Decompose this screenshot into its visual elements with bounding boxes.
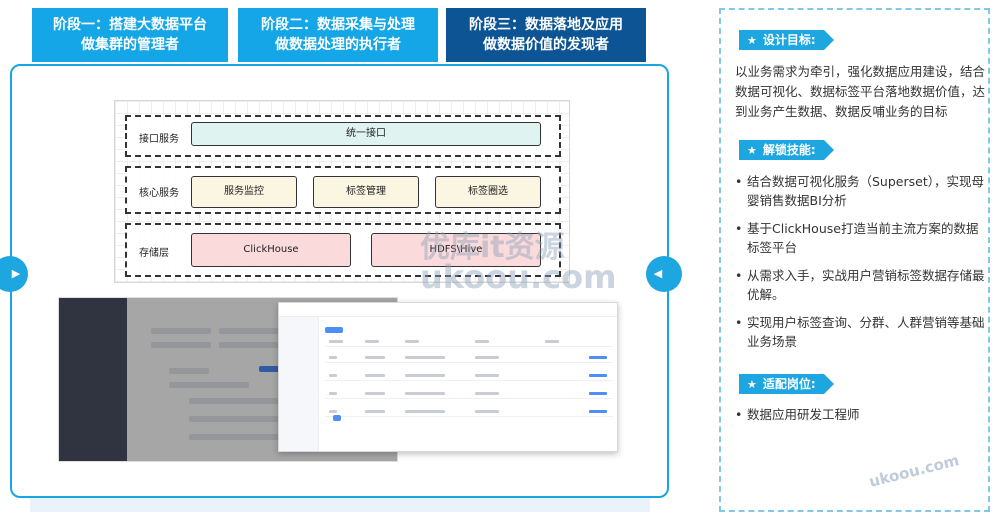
table-cell [475, 410, 499, 413]
table-cell [365, 356, 385, 359]
star-icon: ★ [747, 34, 757, 47]
table-cell [475, 340, 489, 343]
table-cell [475, 356, 499, 359]
play-right-icon: ▶ [11, 267, 21, 280]
screenshot-sidebar [279, 317, 319, 451]
star-icon: ★ [747, 144, 757, 157]
screenshot-topbar [279, 303, 617, 317]
table-cell [365, 340, 379, 343]
storage-layer-label: 存储层 [139, 248, 169, 259]
skill-item: 从需求入手，实战用户营销标签数据存储最优解。 [735, 266, 987, 304]
stage-3-subtitle: 做数据价值的发现者 [483, 37, 609, 53]
stage-3-title: 阶段三：数据落地及应用 [469, 17, 623, 33]
design-goal-badge: ★ 设计目标: [739, 30, 834, 50]
core-layer-label: 核心服务 [139, 188, 179, 199]
table-action-link [589, 374, 607, 377]
table-cell [405, 392, 445, 395]
skills-badge: ★ 解锁技能: [739, 140, 834, 160]
watermark-domain: ukoou.com [420, 258, 617, 296]
tag-list-table-screenshot [278, 302, 618, 452]
table-action-link [589, 410, 607, 413]
job-item: 数据应用研发工程师 [735, 405, 987, 424]
table-cell [405, 374, 445, 377]
star-icon: ★ [747, 378, 757, 391]
table-action-link [589, 356, 607, 359]
clickhouse-box: ClickHouse [191, 233, 351, 267]
table-row [325, 353, 613, 363]
core-layer: 核心服务 服务监控 标签管理 标签圈选 [125, 166, 561, 214]
table-cell [365, 410, 385, 413]
tag-management-box: 标签管理 [313, 176, 419, 208]
stage-1-subtitle: 做集群的管理者 [81, 37, 179, 53]
table-cell [405, 410, 445, 413]
skill-item: 基于ClickHouse打造当前主流方案的数据标签平台 [735, 219, 987, 257]
table-row [325, 389, 613, 399]
table-cell [475, 392, 499, 395]
stage-2-subtitle: 做数据处理的执行者 [275, 37, 401, 53]
table-cell [545, 340, 559, 343]
stage-2-title: 阶段二：数据采集与处理 [261, 17, 415, 33]
table-action-link [589, 392, 607, 395]
screenshot-pagination [333, 415, 341, 421]
table-cell [475, 374, 499, 377]
next-arrow-button[interactable]: ◀ [646, 256, 682, 292]
screenshot-add-button [325, 327, 343, 333]
table-row [325, 407, 613, 417]
design-goal-text: 以业务需求为牵引，强化数据应用建设，结合数据可视化、数据标签平台落地数据价值，达… [735, 64, 986, 119]
jobs-badge: ★ 适配岗位: [739, 374, 834, 394]
table-cell [329, 410, 337, 413]
play-left-icon: ◀ [653, 267, 663, 280]
main-panel-shadow [30, 498, 650, 512]
unified-interface-box: 统一接口 [191, 122, 541, 146]
table-cell [329, 392, 337, 395]
interface-layer-label: 接口服务 [139, 134, 179, 145]
design-goal-title: 设计目标: [762, 33, 816, 47]
table-cell [365, 392, 385, 395]
table-cell [365, 374, 385, 377]
table-cell [329, 356, 337, 359]
skill-item: 实现用户标签查询、分群、人群营销等基础业务场景 [735, 313, 987, 351]
info-side-panel: ★ 设计目标: 以业务需求为牵引，强化数据应用建设，结合数据可视化、数据标签平台落… [719, 8, 990, 512]
table-row [325, 371, 613, 381]
skill-item: 结合数据可视化服务（Superset），实现母婴销售数据BI分析 [735, 172, 987, 210]
tag-selection-box: 标签圈选 [435, 176, 541, 208]
stage-tab-3[interactable]: 阶段三：数据落地及应用 做数据价值的发现者 [446, 8, 646, 62]
stage-1-title: 阶段一：搭建大数据平台 [53, 17, 207, 33]
skills-list: 结合数据可视化服务（Superset），实现母婴销售数据BI分析 基于Click… [735, 172, 987, 360]
service-monitor-box: 服务监控 [191, 176, 297, 208]
skills-title: 解锁技能: [762, 143, 816, 157]
table-cell [405, 356, 445, 359]
jobs-list: 数据应用研发工程师 [735, 405, 987, 424]
stage-tab-2[interactable]: 阶段二：数据采集与处理 做数据处理的执行者 [238, 8, 438, 62]
table-cell [329, 340, 343, 343]
table-cell [405, 340, 419, 343]
interface-layer: 接口服务 统一接口 [125, 115, 561, 157]
table-cell [329, 374, 337, 377]
stage-tab-1[interactable]: 阶段一：搭建大数据平台 做集群的管理者 [32, 8, 228, 62]
jobs-title: 适配岗位: [762, 377, 816, 391]
table-header-row [325, 337, 613, 347]
